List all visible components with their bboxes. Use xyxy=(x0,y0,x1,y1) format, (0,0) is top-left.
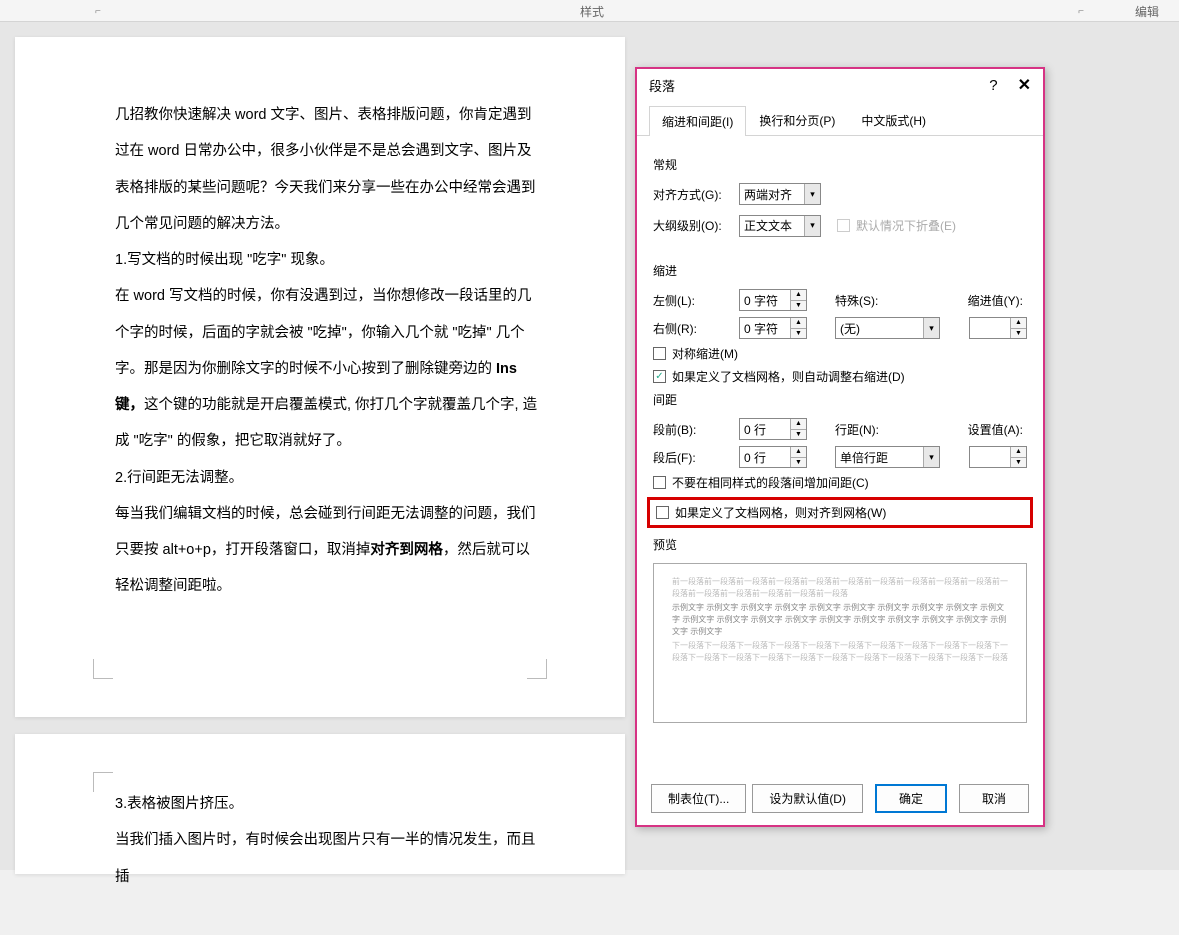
dialog-titlebar[interactable]: 段落 ? ✕ xyxy=(637,69,1043,101)
ribbon-group-edit: 编辑 xyxy=(1135,3,1159,20)
space-after-spinner[interactable]: 0 行▲▼ xyxy=(739,446,807,468)
section-spacing: 间距 xyxy=(653,391,1027,408)
snap-to-grid-label: 如果定义了文档网格，则对齐到网格(W) xyxy=(675,504,886,521)
special-indent-dropdown[interactable]: (无)▾ xyxy=(835,317,940,339)
ribbon: ⌐ 样式 ⌐ 编辑 xyxy=(0,0,1179,22)
indent-by-label: 缩进值(Y): xyxy=(968,292,1023,309)
space-after-label: 段后(F): xyxy=(653,449,731,466)
spinner-down-icon[interactable]: ▼ xyxy=(1011,458,1026,468)
preview-sample-text: 示例文字 示例文字 示例文字 示例文字 示例文字 示例文字 示例文字 示例文字 … xyxy=(672,602,1008,638)
margin-corner xyxy=(93,659,113,679)
auto-adjust-indent-checkbox[interactable] xyxy=(653,370,666,383)
mirror-indent-label: 对称缩进(M) xyxy=(672,345,738,362)
paragraph[interactable]: 在 word 写文档的时候，你有没遇到过，当你想修改一段话里的几个字的时候，后面… xyxy=(115,278,540,459)
preview-prev-text: 前一段落前一段落前一段落前一段落前一段落前一段落前一段落前一段落前一段落前一段落… xyxy=(672,576,1008,600)
indent-right-spinner[interactable]: 0 字符▲▼ xyxy=(739,317,807,339)
chevron-down-icon: ▾ xyxy=(804,216,820,236)
document-page-1[interactable]: 几招教你快速解决 word 文字、图片、表格排版问题，你肯定遇到过在 word … xyxy=(15,37,625,717)
outline-dropdown[interactable]: 正文文本▾ xyxy=(739,215,821,237)
space-before-spinner[interactable]: 0 行▲▼ xyxy=(739,418,807,440)
snap-to-grid-checkbox[interactable] xyxy=(656,506,669,519)
tab-asian-typography[interactable]: 中文版式(H) xyxy=(848,105,939,135)
indent-by-spinner[interactable]: ▲▼ xyxy=(969,317,1027,339)
document-page-2[interactable]: 3.表格被图片挤压。 当我们插入图片时，有时候会出现图片只有一半的情况发生，而且… xyxy=(15,734,625,874)
no-space-same-style-label: 不要在相同样式的段落间增加间距(C) xyxy=(672,474,869,491)
collapse-checkbox xyxy=(837,219,850,232)
preview-next-text: 下一段落下一段落下一段落下一段落下一段落下一段落下一段落下一段落下一段落下一段落… xyxy=(672,640,1008,664)
spinner-up-icon[interactable]: ▲ xyxy=(791,290,806,301)
chevron-down-icon: ▾ xyxy=(804,184,820,204)
document-body[interactable]: 几招教你快速解决 word 文字、图片、表格排版问题，你肯定遇到过在 word … xyxy=(15,37,625,645)
spinner-down-icon[interactable]: ▼ xyxy=(791,430,806,440)
paragraph[interactable]: 3.表格被图片挤压。 xyxy=(115,786,540,822)
ribbon-group-styles: 样式 xyxy=(580,3,604,20)
expand-icon[interactable]: ⌐ xyxy=(95,6,101,17)
auto-adjust-indent-label: 如果定义了文档网格，则自动调整右缩进(D) xyxy=(672,368,905,385)
spacing-at-spinner[interactable]: ▲▼ xyxy=(969,446,1027,468)
special-label: 特殊(S): xyxy=(835,292,895,309)
spinner-up-icon[interactable]: ▲ xyxy=(1011,318,1026,329)
paragraph[interactable]: 每当我们编辑文档的时候，总会碰到行间距无法调整的问题，我们只要按 alt+o+p… xyxy=(115,496,540,605)
alignment-label: 对齐方式(G): xyxy=(653,186,731,203)
spinner-down-icon[interactable]: ▼ xyxy=(791,301,806,311)
preview-box: 前一段落前一段落前一段落前一段落前一段落前一段落前一段落前一段落前一段落前一段落… xyxy=(653,563,1027,723)
collapse-label: 默认情况下折叠(E) xyxy=(856,217,956,234)
spinner-up-icon[interactable]: ▲ xyxy=(1011,447,1026,458)
section-preview: 预览 xyxy=(653,536,1027,553)
chevron-down-icon: ▾ xyxy=(923,318,939,338)
spacing-at-label: 设置值(A): xyxy=(968,421,1023,438)
spinner-up-icon[interactable]: ▲ xyxy=(791,447,806,458)
close-button[interactable]: ✕ xyxy=(1018,75,1031,95)
spinner-up-icon[interactable]: ▲ xyxy=(791,318,806,329)
section-indent: 缩进 xyxy=(653,262,1027,279)
paragraph[interactable]: 2.行间距无法调整。 xyxy=(115,460,540,496)
margin-corner xyxy=(527,659,547,679)
no-space-same-style-checkbox[interactable] xyxy=(653,476,666,489)
dialog-title: 段落 xyxy=(649,76,675,95)
dialog-body: 常规 对齐方式(G): 两端对齐▾ 大纲级别(O): 正文文本▾ 默认情况下折叠… xyxy=(637,136,1043,735)
highlighted-option: 如果定义了文档网格，则对齐到网格(W) xyxy=(647,497,1033,528)
tabs-button[interactable]: 制表位(T)... xyxy=(651,784,746,813)
set-default-button[interactable]: 设为默认值(D) xyxy=(752,784,863,813)
indent-right-label: 右侧(R): xyxy=(653,320,731,337)
cancel-button[interactable]: 取消 xyxy=(959,784,1029,813)
help-button[interactable]: ? xyxy=(989,77,997,94)
ok-button[interactable]: 确定 xyxy=(875,784,947,813)
tab-indent-spacing[interactable]: 缩进和间距(I) xyxy=(649,106,746,136)
paragraph[interactable]: 几招教你快速解决 word 文字、图片、表格排版问题，你肯定遇到过在 word … xyxy=(115,97,540,242)
tab-line-page-breaks[interactable]: 换行和分页(P) xyxy=(746,105,848,135)
spinner-down-icon[interactable]: ▼ xyxy=(791,458,806,468)
paragraph[interactable]: 1.写文档的时候出现 "吃字" 现象。 xyxy=(115,242,540,278)
dialog-footer: 制表位(T)... 设为默认值(D) 确定 取消 xyxy=(651,784,1029,813)
space-before-label: 段前(B): xyxy=(653,421,731,438)
spinner-down-icon[interactable]: ▼ xyxy=(1011,329,1026,339)
chevron-down-icon: ▾ xyxy=(923,447,939,467)
indent-left-spinner[interactable]: 0 字符▲▼ xyxy=(739,289,807,311)
paragraph[interactable]: 当我们插入图片时，有时候会出现图片只有一半的情况发生，而且插 xyxy=(115,822,540,895)
margin-corner xyxy=(93,772,113,792)
mirror-indent-checkbox[interactable] xyxy=(653,347,666,360)
outline-label: 大纲级别(O): xyxy=(653,217,731,234)
paragraph-dialog: 段落 ? ✕ 缩进和间距(I) 换行和分页(P) 中文版式(H) 常规 对齐方式… xyxy=(635,67,1045,827)
spinner-down-icon[interactable]: ▼ xyxy=(791,329,806,339)
line-spacing-label: 行距(N): xyxy=(835,421,895,438)
section-general: 常规 xyxy=(653,156,1027,173)
document-body[interactable]: 3.表格被图片挤压。 当我们插入图片时，有时候会出现图片只有一半的情况发生，而且… xyxy=(15,734,625,935)
expand-icon[interactable]: ⌐ xyxy=(1078,6,1084,17)
dialog-tabs: 缩进和间距(I) 换行和分页(P) 中文版式(H) xyxy=(637,105,1043,136)
alignment-dropdown[interactable]: 两端对齐▾ xyxy=(739,183,821,205)
work-area: 几招教你快速解决 word 文字、图片、表格排版问题，你肯定遇到过在 word … xyxy=(0,22,1179,870)
spinner-up-icon[interactable]: ▲ xyxy=(791,419,806,430)
line-spacing-dropdown[interactable]: 单倍行距▾ xyxy=(835,446,940,468)
indent-left-label: 左侧(L): xyxy=(653,292,731,309)
